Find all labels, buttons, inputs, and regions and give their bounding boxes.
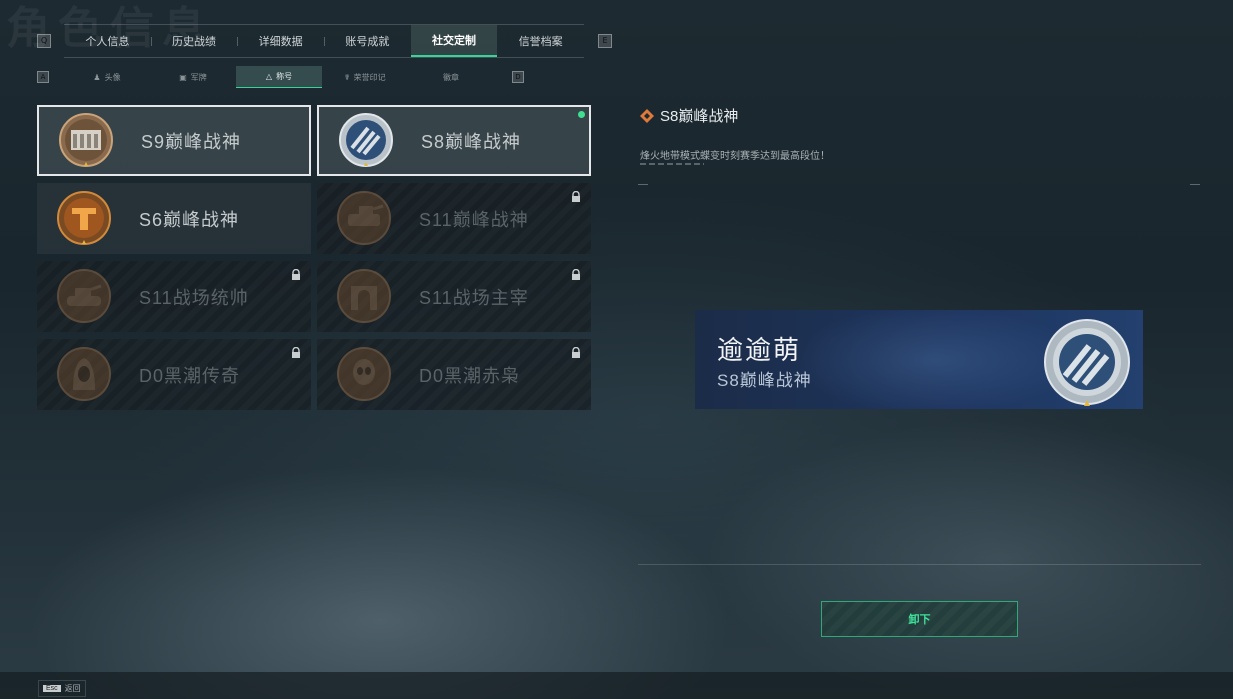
- sub-nav: ♟ 头像 ▣ 军牌 △ 称号 ☤ 荣誉印记 徽章: [64, 66, 508, 88]
- s8-emblem-icon: [337, 112, 395, 170]
- title-card-d0-legend[interactable]: D0黑潮传奇: [37, 339, 311, 410]
- lock-icon: [572, 347, 580, 358]
- equipped-indicator: [578, 111, 585, 118]
- detail-title: S8巅峰战神: [640, 105, 738, 126]
- tab-reputation[interactable]: 信誉档案: [497, 25, 584, 57]
- lock-icon: [292, 269, 300, 280]
- title-card-s11-dominator[interactable]: S11战场主宰: [317, 261, 591, 332]
- emblem-icon: ☤: [344, 72, 350, 82]
- title-name: S6巅峰战神: [139, 209, 240, 230]
- description-divider: [640, 163, 704, 165]
- subtab-title[interactable]: △ 称号: [236, 66, 322, 88]
- e-key-hint[interactable]: E: [598, 34, 612, 48]
- s9-emblem-icon: [57, 112, 115, 170]
- title-name: D0黑潮传奇: [139, 365, 241, 386]
- esc-key: Esc: [43, 685, 61, 692]
- title-card-d0-owl[interactable]: D0黑潮赤枭: [317, 339, 591, 410]
- title-name: D0黑潮赤枭: [419, 365, 521, 386]
- title-card-s6[interactable]: S6巅峰战神: [37, 183, 311, 254]
- title-preview-banner: 逾逾萌 S8巅峰战神: [695, 310, 1143, 409]
- lock-icon: [572, 269, 580, 280]
- banner-title: S8巅峰战神: [717, 371, 812, 390]
- frame-corner: [1190, 184, 1200, 191]
- title-name: S9巅峰战神: [141, 131, 242, 152]
- frame-corner: [638, 184, 648, 191]
- s11-tank-emblem-icon: [55, 268, 113, 326]
- back-button[interactable]: Esc 返回: [38, 680, 86, 697]
- title-name: S8巅峰战神: [421, 131, 522, 152]
- title-card-s11-peak[interactable]: S11巅峰战神: [317, 183, 591, 254]
- s6-emblem-icon: [55, 190, 113, 248]
- subtab-avatar[interactable]: ♟ 头像: [64, 66, 150, 88]
- player-name: 逾逾萌: [717, 335, 802, 365]
- d0-hood-emblem-icon: [55, 346, 113, 404]
- d0-skull-emblem-icon: [335, 346, 393, 404]
- bottom-bar: [0, 672, 1233, 699]
- lock-icon: [572, 191, 580, 202]
- s8-emblem-icon: [1044, 319, 1130, 406]
- title-card-s11-commander[interactable]: S11战场统帅: [37, 261, 311, 332]
- q-key-hint[interactable]: Q: [37, 34, 51, 48]
- unequip-button[interactable]: 卸下: [821, 601, 1018, 637]
- dogtag-icon: ▣: [179, 72, 187, 82]
- tab-history[interactable]: 历史战绩: [150, 25, 238, 57]
- s11-peak-emblem-icon: [335, 190, 393, 248]
- tab-social-custom[interactable]: 社交定制: [410, 25, 498, 57]
- tab-personal-info[interactable]: 个人信息: [64, 25, 151, 57]
- title-card-s8[interactable]: S8巅峰战神: [317, 105, 591, 176]
- title-card-s9[interactable]: S9巅峰战神: [37, 105, 311, 176]
- subtab-badge[interactable]: 徽章: [408, 66, 494, 88]
- panel-divider: [638, 564, 1201, 565]
- tab-detailed-data[interactable]: 详细数据: [237, 25, 324, 57]
- subtab-honor-mark[interactable]: ☤ 荣誉印记: [322, 66, 408, 88]
- subtab-dogtag[interactable]: ▣ 军牌: [150, 66, 236, 88]
- title-name: S11战场主宰: [419, 287, 529, 308]
- detail-description: 烽火地带模式蝶变时刻赛季达到最高段位！: [640, 151, 830, 162]
- title-name: S11巅峰战神: [419, 209, 529, 230]
- a-key-hint[interactable]: A: [37, 71, 49, 83]
- lock-icon: [292, 347, 300, 358]
- title-name: S11战场统帅: [139, 287, 249, 308]
- diamond-icon: [640, 108, 654, 123]
- person-icon: ♟: [93, 72, 101, 82]
- d-key-hint[interactable]: D: [512, 71, 524, 83]
- tab-achievements[interactable]: 账号成就: [324, 25, 411, 57]
- title-icon: △: [265, 72, 273, 81]
- top-nav: 个人信息 历史战绩 详细数据 账号成就 社交定制 信誉档案: [64, 24, 584, 58]
- s11-arch-emblem-icon: [335, 268, 393, 326]
